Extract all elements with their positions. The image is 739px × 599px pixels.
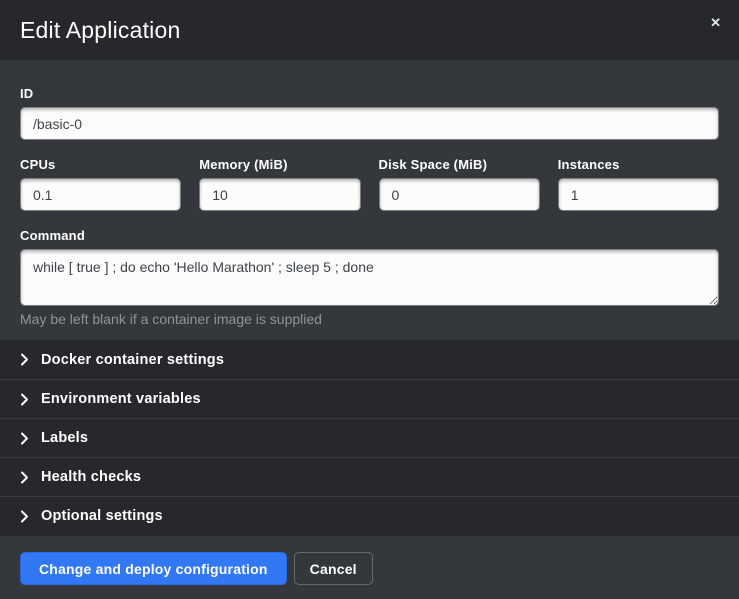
cpus-input[interactable] — [20, 178, 181, 211]
id-label: ID — [20, 86, 719, 101]
application-form: ID CPUs Memory (MiB) Disk Space (MiB) In… — [0, 60, 739, 340]
chevron-right-icon — [20, 432, 29, 445]
chevron-right-icon — [20, 353, 29, 366]
close-icon: ✕ — [710, 15, 721, 30]
section-label: Health checks — [41, 469, 141, 485]
cancel-button[interactable]: Cancel — [294, 552, 373, 585]
memory-label: Memory (MiB) — [199, 157, 360, 172]
chevron-right-icon — [20, 393, 29, 406]
chevron-right-icon — [20, 471, 29, 484]
page-title: Edit Application — [20, 17, 180, 44]
chevron-right-icon — [20, 510, 29, 523]
modal-header: Edit Application ✕ — [0, 0, 739, 60]
command-label: Command — [20, 228, 719, 243]
edit-application-modal: Edit Application ✕ ID CPUs Memory (MiB) … — [0, 0, 739, 599]
change-and-deploy-button[interactable]: Change and deploy configuration — [20, 552, 287, 585]
id-field-group: ID — [20, 86, 719, 140]
section-environment-variables[interactable]: Environment variables — [0, 379, 739, 418]
section-label: Optional settings — [41, 508, 163, 524]
section-label: Docker container settings — [41, 352, 224, 368]
memory-input[interactable] — [199, 178, 360, 211]
memory-field-group: Memory (MiB) — [199, 157, 360, 211]
id-input[interactable] — [20, 107, 719, 140]
section-docker-container-settings[interactable]: Docker container settings — [0, 340, 739, 379]
modal-footer: Change and deploy configuration Cancel — [0, 536, 739, 599]
command-textarea[interactable]: while [ true ] ; do echo 'Hello Marathon… — [20, 249, 719, 306]
section-labels[interactable]: Labels — [0, 418, 739, 457]
section-health-checks[interactable]: Health checks — [0, 457, 739, 496]
section-label: Labels — [41, 430, 88, 446]
collapsible-sections: Docker container settings Environment va… — [0, 340, 739, 536]
instances-input[interactable] — [558, 178, 719, 211]
close-button[interactable]: ✕ — [704, 12, 727, 33]
command-help-text: May be left blank if a container image i… — [20, 311, 719, 340]
disk-field-group: Disk Space (MiB) — [379, 157, 540, 211]
instances-field-group: Instances — [558, 157, 719, 211]
cpus-field-group: CPUs — [20, 157, 181, 211]
disk-input[interactable] — [379, 178, 540, 211]
resources-row: CPUs Memory (MiB) Disk Space (MiB) Insta… — [20, 157, 719, 211]
command-field-group: Command while [ true ] ; do echo 'Hello … — [20, 228, 719, 340]
section-optional-settings[interactable]: Optional settings — [0, 496, 739, 535]
section-label: Environment variables — [41, 391, 201, 407]
instances-label: Instances — [558, 157, 719, 172]
cpus-label: CPUs — [20, 157, 181, 172]
disk-label: Disk Space (MiB) — [379, 157, 540, 172]
